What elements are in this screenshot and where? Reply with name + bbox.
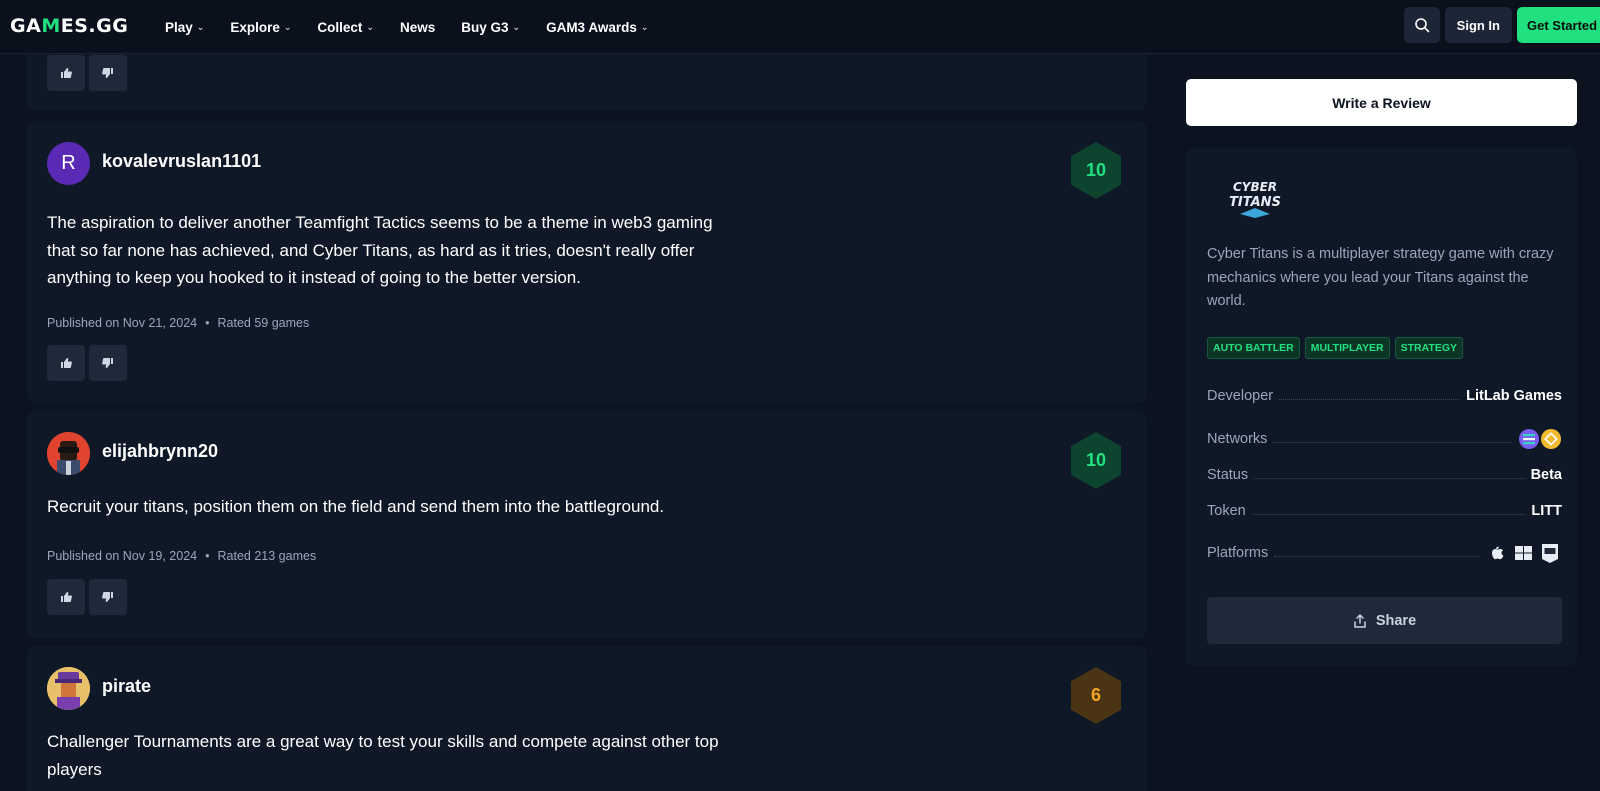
upvote-button[interactable]: [47, 579, 85, 615]
epic-games-icon: [1542, 544, 1558, 563]
platforms-row: Platforms: [1207, 542, 1562, 564]
nav-item-explore[interactable]: Explore ⌄: [230, 20, 291, 35]
thumbs-down-icon: [102, 68, 113, 78]
game-logo: CYBER TITANS: [1229, 180, 1281, 218]
thumbs-down-icon: [102, 358, 113, 368]
top-nav: GAMES.GG Play ⌄ Explore ⌄ Collect ⌄ News Bu…: [0, 0, 1600, 54]
review-username[interactable]: elijahbrynn20: [102, 441, 218, 462]
published-date: Published on Nov 19, 2024: [47, 549, 198, 563]
review-score-badge: 6: [1071, 667, 1121, 724]
thumbs-up-icon: [61, 592, 72, 602]
share-label: Share: [1375, 612, 1417, 629]
avatar[interactable]: [47, 667, 90, 710]
review-text: Challenger Tournaments are a great way t…: [47, 732, 719, 779]
site-logo[interactable]: GAMES.GG: [10, 15, 128, 37]
bnb-chain-icon[interactable]: [1541, 429, 1561, 449]
status-value: Beta: [1530, 467, 1562, 483]
tag-strategy[interactable]: STRATEGY: [1394, 337, 1464, 359]
platforms-label: Platforms: [1207, 545, 1269, 561]
avatar[interactable]: R: [47, 142, 90, 185]
nav-item-news[interactable]: News: [400, 20, 435, 35]
avatar[interactable]: [47, 432, 90, 475]
rated-count: Rated 213 games: [217, 549, 317, 563]
review-text: The aspiration to deliver another Teamfi…: [47, 213, 713, 287]
genre-tags: AUTO BATTLER MULTIPLAYER STRATEGY: [1207, 337, 1468, 359]
thumbs-down-icon: [102, 592, 113, 602]
share-button[interactable]: Share: [1207, 597, 1562, 644]
developer-label: Developer: [1207, 388, 1274, 404]
review-score-badge: 10: [1071, 432, 1121, 489]
token-label: Token: [1207, 503, 1246, 519]
chevron-down-icon: ⌄: [196, 21, 205, 32]
review-username[interactable]: pirate: [102, 676, 151, 697]
nav-item-buy-g3[interactable]: Buy G3 ⌄: [461, 20, 520, 35]
network-icons: [1519, 429, 1561, 449]
networks-label: Networks: [1207, 431, 1268, 447]
networks-row: Networks: [1207, 428, 1562, 450]
downvote-button[interactable]: [89, 55, 127, 91]
developer-value[interactable]: LitLab Games: [1466, 388, 1562, 404]
game-info-card: CYBER TITANS Cyber Titans is a multiplay…: [1186, 148, 1577, 666]
avatar-image: [47, 667, 90, 710]
review-card: pirate 6 Challenger Tournaments are a gr…: [27, 646, 1147, 791]
thumbs-up-icon: [61, 358, 72, 368]
thumbs-up-icon: [61, 68, 72, 78]
downvote-button[interactable]: [89, 579, 127, 615]
windows-icon: [1515, 546, 1532, 560]
get-started-button[interactable]: Get Started: [1517, 7, 1600, 43]
review-card: elijahbrynn20 10 Recruit your titans, po…: [27, 411, 1147, 638]
rated-count: Rated 59 games: [217, 316, 310, 330]
platform-icons: [1492, 544, 1558, 563]
developer-row: Developer LitLab Games: [1207, 388, 1562, 404]
avatar-image: [47, 432, 90, 475]
game-logo-word-2: TITANS: [1229, 195, 1281, 210]
solana-icon[interactable]: [1519, 429, 1539, 449]
upvote-button[interactable]: [47, 55, 85, 91]
token-row: Token LITT: [1207, 503, 1562, 519]
search-icon: [1414, 18, 1429, 33]
share-icon: [1354, 613, 1366, 628]
sign-in-button[interactable]: Sign In: [1444, 7, 1512, 43]
game-description: Cyber Titans is a multiplayer strategy g…: [1207, 246, 1554, 309]
review-meta: Published on Nov 21, 2024 • Rated 59 games: [47, 316, 310, 330]
review-text: Recruit your titans, position them on th…: [47, 497, 665, 516]
token-value[interactable]: LITT: [1531, 503, 1562, 519]
tag-auto-battler[interactable]: AUTO BATTLER: [1207, 337, 1300, 359]
nav-menu: Play ⌄ Explore ⌄ Collect ⌄ News Buy G3 ⌄ GAM…: [165, 0, 674, 54]
chevron-down-icon: ⌄: [512, 21, 521, 32]
upvote-button[interactable]: [47, 345, 85, 381]
downvote-button[interactable]: [89, 345, 127, 381]
status-label: Status: [1207, 467, 1249, 483]
chevron-down-icon: ⌄: [283, 21, 292, 32]
chevron-down-icon: ⌄: [366, 21, 374, 32]
search-button[interactable]: [1403, 7, 1440, 43]
nav-item-gam3-awards[interactable]: GAM3 Awards ⌄: [546, 20, 648, 35]
game-logo-word-1: CYBER: [1233, 180, 1277, 194]
published-date: Published on Nov 21, 2024: [47, 316, 198, 330]
review-score-badge: 10: [1071, 142, 1121, 199]
review-meta: Published on Nov 19, 2024 • Rated 213 game…: [47, 549, 317, 563]
review-card: R kovalevruslan1101 10 The aspiration to…: [27, 121, 1147, 403]
chevron-down-icon: ⌄: [640, 21, 649, 32]
review-username[interactable]: kovalevruslan1101: [102, 151, 261, 172]
apple-icon: [1492, 546, 1504, 560]
nav-item-collect[interactable]: Collect ⌄: [317, 20, 374, 35]
write-review-button[interactable]: Write a Review: [1186, 79, 1577, 126]
tag-multiplayer[interactable]: MULTIPLAYER: [1304, 337, 1390, 359]
nav-item-play[interactable]: Play ⌄: [165, 20, 204, 35]
status-row: Status Beta: [1207, 467, 1562, 483]
